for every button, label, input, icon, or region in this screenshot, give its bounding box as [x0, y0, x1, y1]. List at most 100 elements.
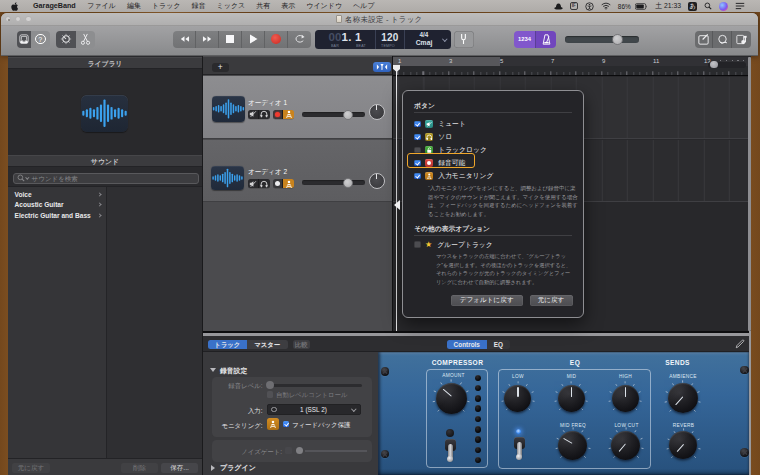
- lcd-display[interactable]: 001. 1 BAR BEAT 120 TEMPO 4/4 Cmaj: [315, 30, 451, 49]
- track-volume-slider[interactable]: [302, 112, 365, 117]
- eq-low-cut-knob[interactable]: [608, 427, 644, 463]
- track-icon[interactable]: [212, 96, 245, 122]
- compressor-switch[interactable]: [444, 439, 457, 465]
- quick-help-button[interactable]: ?: [31, 31, 50, 48]
- cycle-button[interactable]: [288, 31, 311, 48]
- popover-row-group-track[interactable]: ★ グループトラック: [414, 240, 493, 249]
- sound-search-field[interactable]: サウンドを検索: [13, 173, 199, 184]
- track-record-enable-button[interactable]: [273, 110, 284, 119]
- hat-menu-icon[interactable]: [550, 2, 566, 10]
- track-header-config-button[interactable]: [373, 62, 391, 72]
- feedback-protection-checkbox[interactable]: [283, 421, 290, 428]
- popover-revert-button[interactable]: 元に戻す: [530, 295, 573, 306]
- plugins-disclosure[interactable]: [211, 465, 218, 471]
- popover-row-solo[interactable]: ソロ: [414, 133, 452, 142]
- recording-settings-disclosure[interactable]: [210, 368, 216, 375]
- master-volume-thumb[interactable]: [612, 34, 623, 45]
- track-solo-button[interactable]: [259, 179, 270, 188]
- track-mute-button[interactable]: [248, 179, 259, 188]
- track-divider-handle[interactable]: [394, 200, 400, 210]
- menu-item-file[interactable]: ファイル: [82, 0, 122, 12]
- input-select[interactable]: 1 (SSL 2): [267, 404, 361, 415]
- sends-ambience-knob[interactable]: [664, 380, 701, 417]
- track-row-audio-1[interactable]: オーディオ 1: [203, 76, 392, 139]
- menu-item-view[interactable]: 表示: [276, 0, 301, 12]
- notification-center-icon[interactable]: [732, 2, 760, 10]
- track-record-enable-button[interactable]: [273, 179, 284, 188]
- record-button[interactable]: [265, 31, 288, 48]
- menu-item-track[interactable]: トラック: [146, 0, 186, 12]
- record-level-slider[interactable]: [266, 384, 362, 387]
- monitoring-toggle-button[interactable]: [267, 418, 280, 430]
- library-category-electric-guitar[interactable]: Electric Guitar and Bass: [15, 212, 107, 219]
- tab-track[interactable]: トラック: [208, 340, 248, 350]
- track-solo-button[interactable]: [259, 110, 270, 119]
- track-pan-knob[interactable]: [369, 104, 385, 120]
- mute-checkbox[interactable]: [414, 121, 421, 128]
- zoom-slider-thumb[interactable]: [710, 61, 718, 69]
- tab-eq[interactable]: EQ: [487, 340, 511, 350]
- track-pan-knob[interactable]: [369, 173, 385, 189]
- media-browser-button[interactable]: [732, 31, 751, 48]
- track-mute-button[interactable]: [248, 110, 259, 119]
- menu-item-edit[interactable]: 編集: [121, 0, 146, 12]
- noise-gate-thumb[interactable]: [296, 447, 303, 454]
- if-app-menu-icon[interactable]: IF: [566, 2, 581, 10]
- record-level-thumb[interactable]: [266, 381, 274, 389]
- eq-low-knob[interactable]: [501, 381, 535, 415]
- rewind-button[interactable]: [173, 31, 196, 48]
- add-track-button[interactable]: +: [212, 63, 229, 73]
- metronome-button[interactable]: [535, 31, 556, 48]
- eq-mid-freq-knob[interactable]: [555, 427, 591, 463]
- loop-browser-button[interactable]: [713, 31, 732, 48]
- menu-item-window[interactable]: ウインドウ: [301, 0, 348, 12]
- track-input-monitoring-button[interactable]: [283, 179, 294, 188]
- popover-row-mute[interactable]: ミュート: [414, 120, 466, 129]
- track-volume-slider[interactable]: [302, 180, 365, 185]
- restore-defaults-button[interactable]: デフォルトに戻す: [451, 295, 523, 306]
- tab-master[interactable]: マスター: [247, 340, 288, 350]
- menu-clock[interactable]: 土 21:33: [652, 1, 685, 11]
- note-pad-button[interactable]: [695, 31, 714, 48]
- track-input-monitoring-button[interactable]: [283, 110, 294, 119]
- noise-gate-slider[interactable]: [305, 450, 367, 452]
- track-name[interactable]: オーディオ 2: [248, 168, 287, 177]
- track-icon[interactable]: [211, 166, 244, 190]
- library-revert-button[interactable]: 元に戻す: [12, 463, 50, 474]
- accessibility-menu-icon[interactable]: [581, 2, 597, 11]
- compressor-amount-knob[interactable]: [432, 379, 470, 417]
- eq-mid-knob[interactable]: [554, 381, 588, 415]
- library-save-button[interactable]: 保存...: [161, 463, 198, 474]
- timeline-scrollbar[interactable]: [748, 57, 750, 331]
- menu-item-garageband[interactable]: GarageBand: [27, 0, 82, 12]
- compare-button[interactable]: 比較: [293, 340, 311, 350]
- auto-level-checkbox[interactable]: [267, 391, 274, 398]
- title-bar[interactable]: 名称未設定 - トラック: [1, 13, 758, 27]
- eq-switch[interactable]: [513, 437, 526, 463]
- menu-item-help[interactable]: ヘルプ: [348, 0, 381, 12]
- sends-reverb-knob[interactable]: [666, 428, 701, 463]
- stop-button[interactable]: [219, 31, 242, 48]
- edit-pencil-icon[interactable]: [735, 339, 745, 349]
- menu-item-record[interactable]: 録音: [186, 0, 211, 12]
- popover-row-input-monitoring[interactable]: 入力モニタリング: [414, 172, 494, 181]
- editors-button[interactable]: [76, 31, 96, 48]
- siri-icon[interactable]: [716, 2, 732, 11]
- solo-checkbox[interactable]: [414, 134, 421, 141]
- master-volume-slider[interactable]: [565, 36, 639, 43]
- playhead[interactable]: [396, 65, 397, 331]
- track-row-audio-2[interactable]: オーディオ 2: [203, 140, 392, 203]
- ruler[interactable]: 1 3 5 7 9 11 13: [393, 57, 751, 66]
- menu-item-share[interactable]: 共有: [251, 0, 276, 12]
- forward-button[interactable]: [196, 31, 219, 48]
- input-monitoring-checkbox[interactable]: [414, 173, 421, 180]
- compressor-mini-knob[interactable]: [446, 429, 454, 437]
- library-delete-button[interactable]: 削除: [121, 463, 158, 474]
- apple-menu[interactable]: [0, 2, 27, 11]
- menu-item-mix[interactable]: ミックス: [211, 0, 251, 12]
- smart-controls-button[interactable]: [56, 31, 76, 48]
- spotlight-icon[interactable]: [701, 2, 716, 10]
- track-volume-thumb[interactable]: [343, 178, 353, 188]
- input-source-icon[interactable]: あ: [685, 2, 701, 11]
- tab-controls[interactable]: Controls: [447, 340, 487, 350]
